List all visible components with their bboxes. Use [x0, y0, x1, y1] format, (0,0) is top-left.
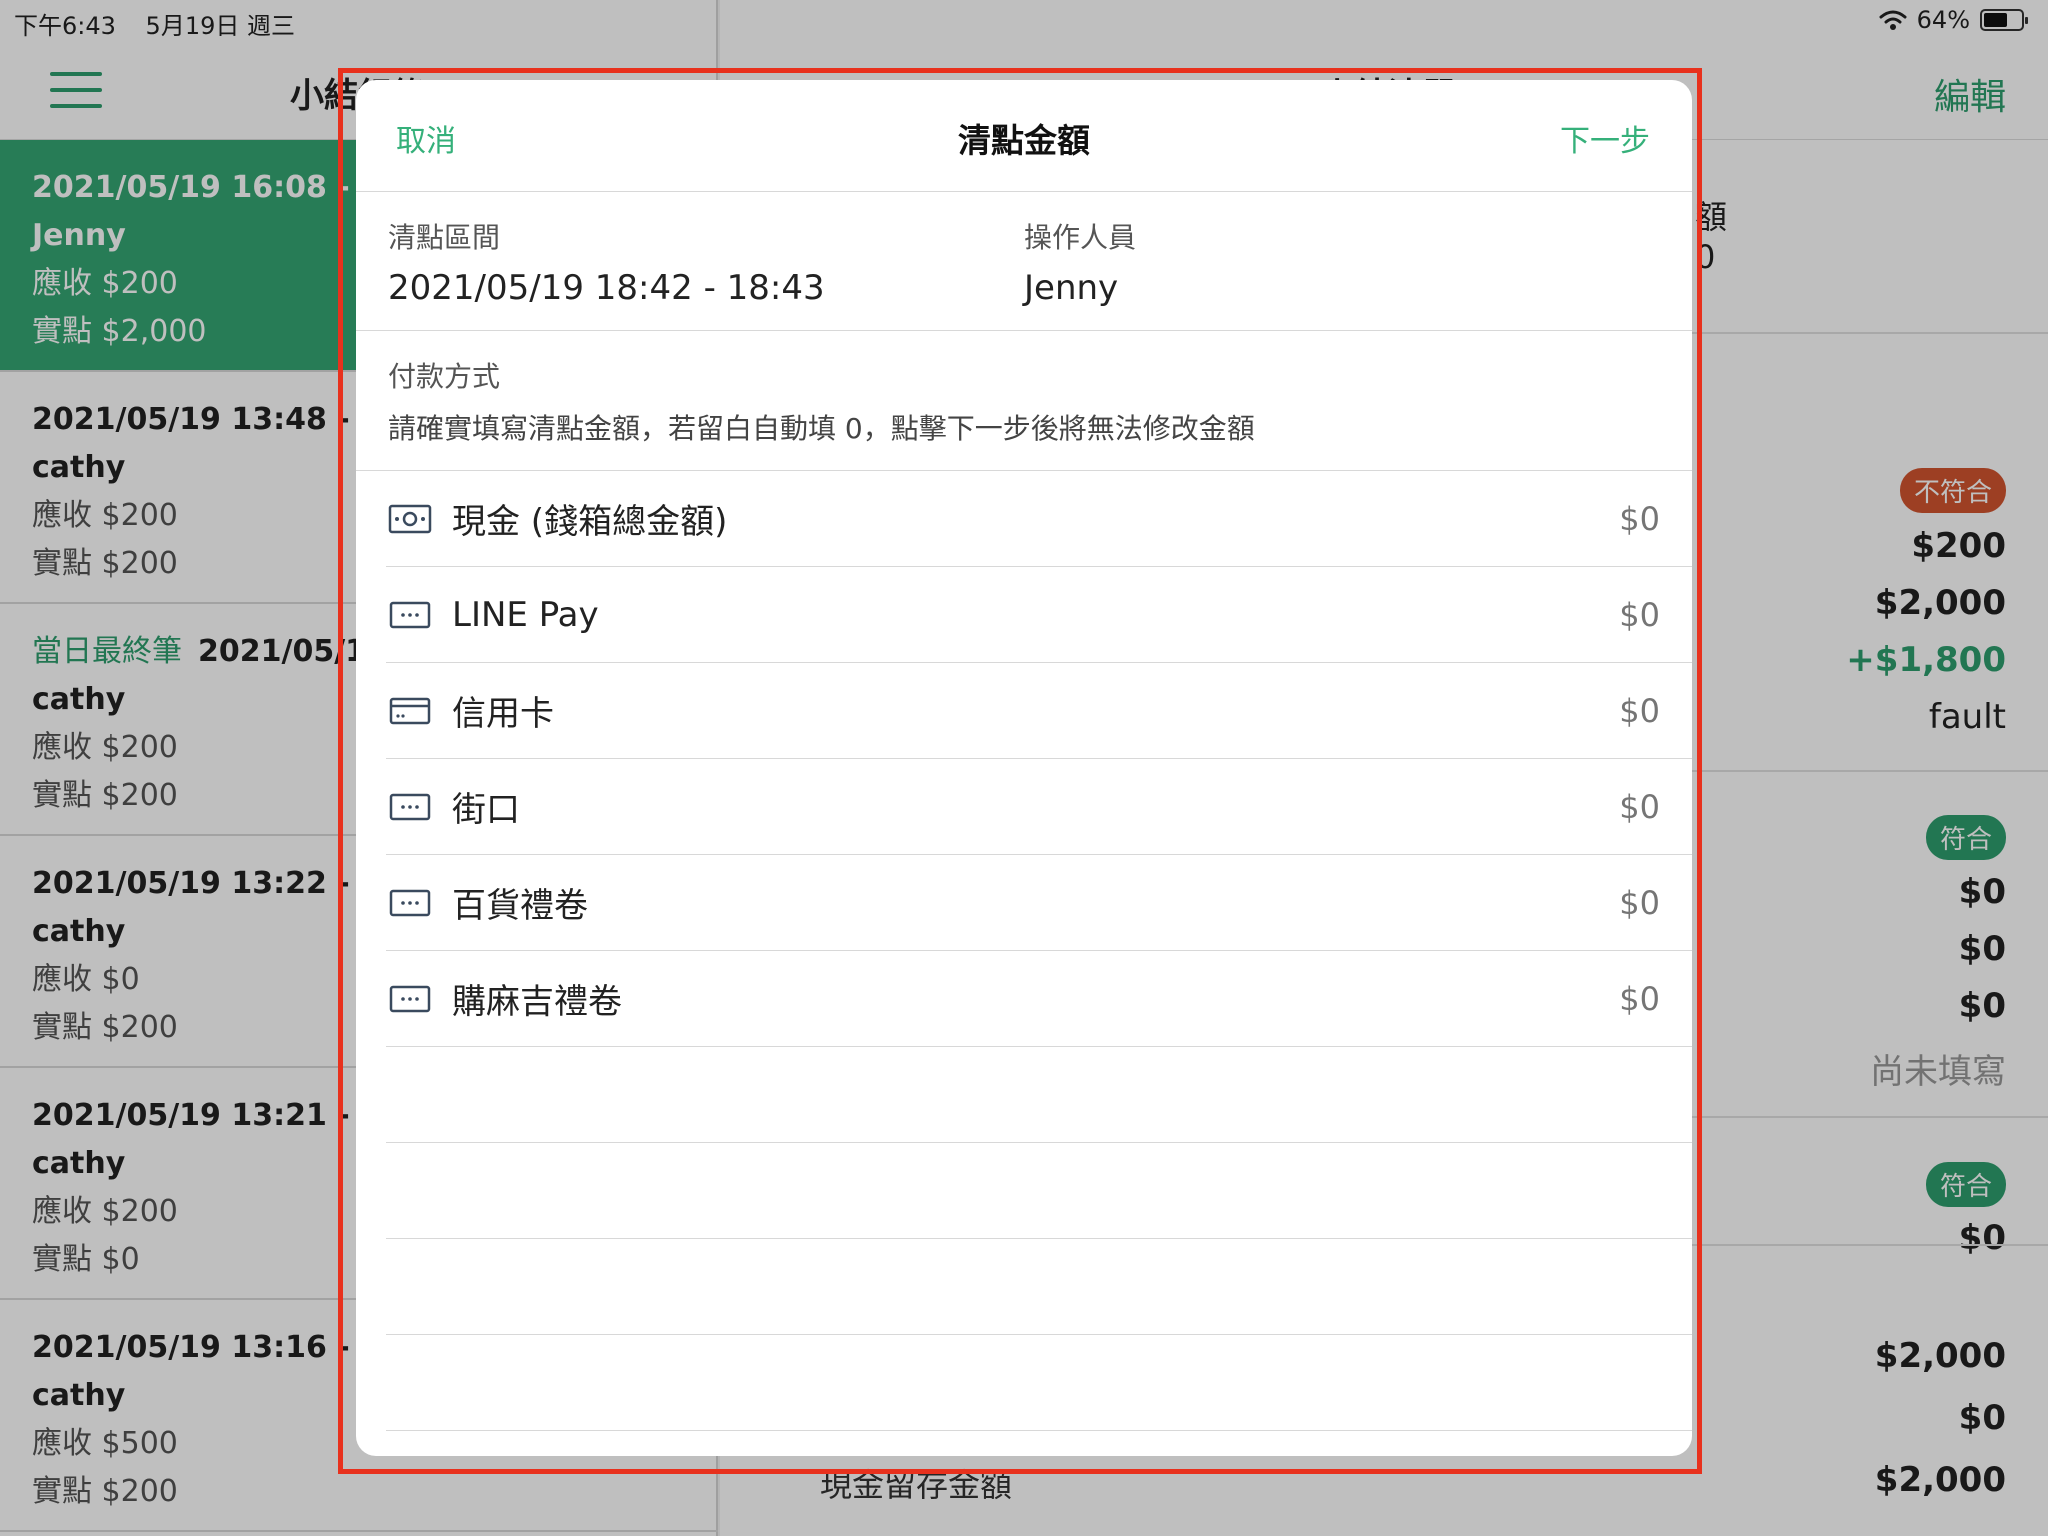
- highlight-frame: [338, 68, 1702, 1474]
